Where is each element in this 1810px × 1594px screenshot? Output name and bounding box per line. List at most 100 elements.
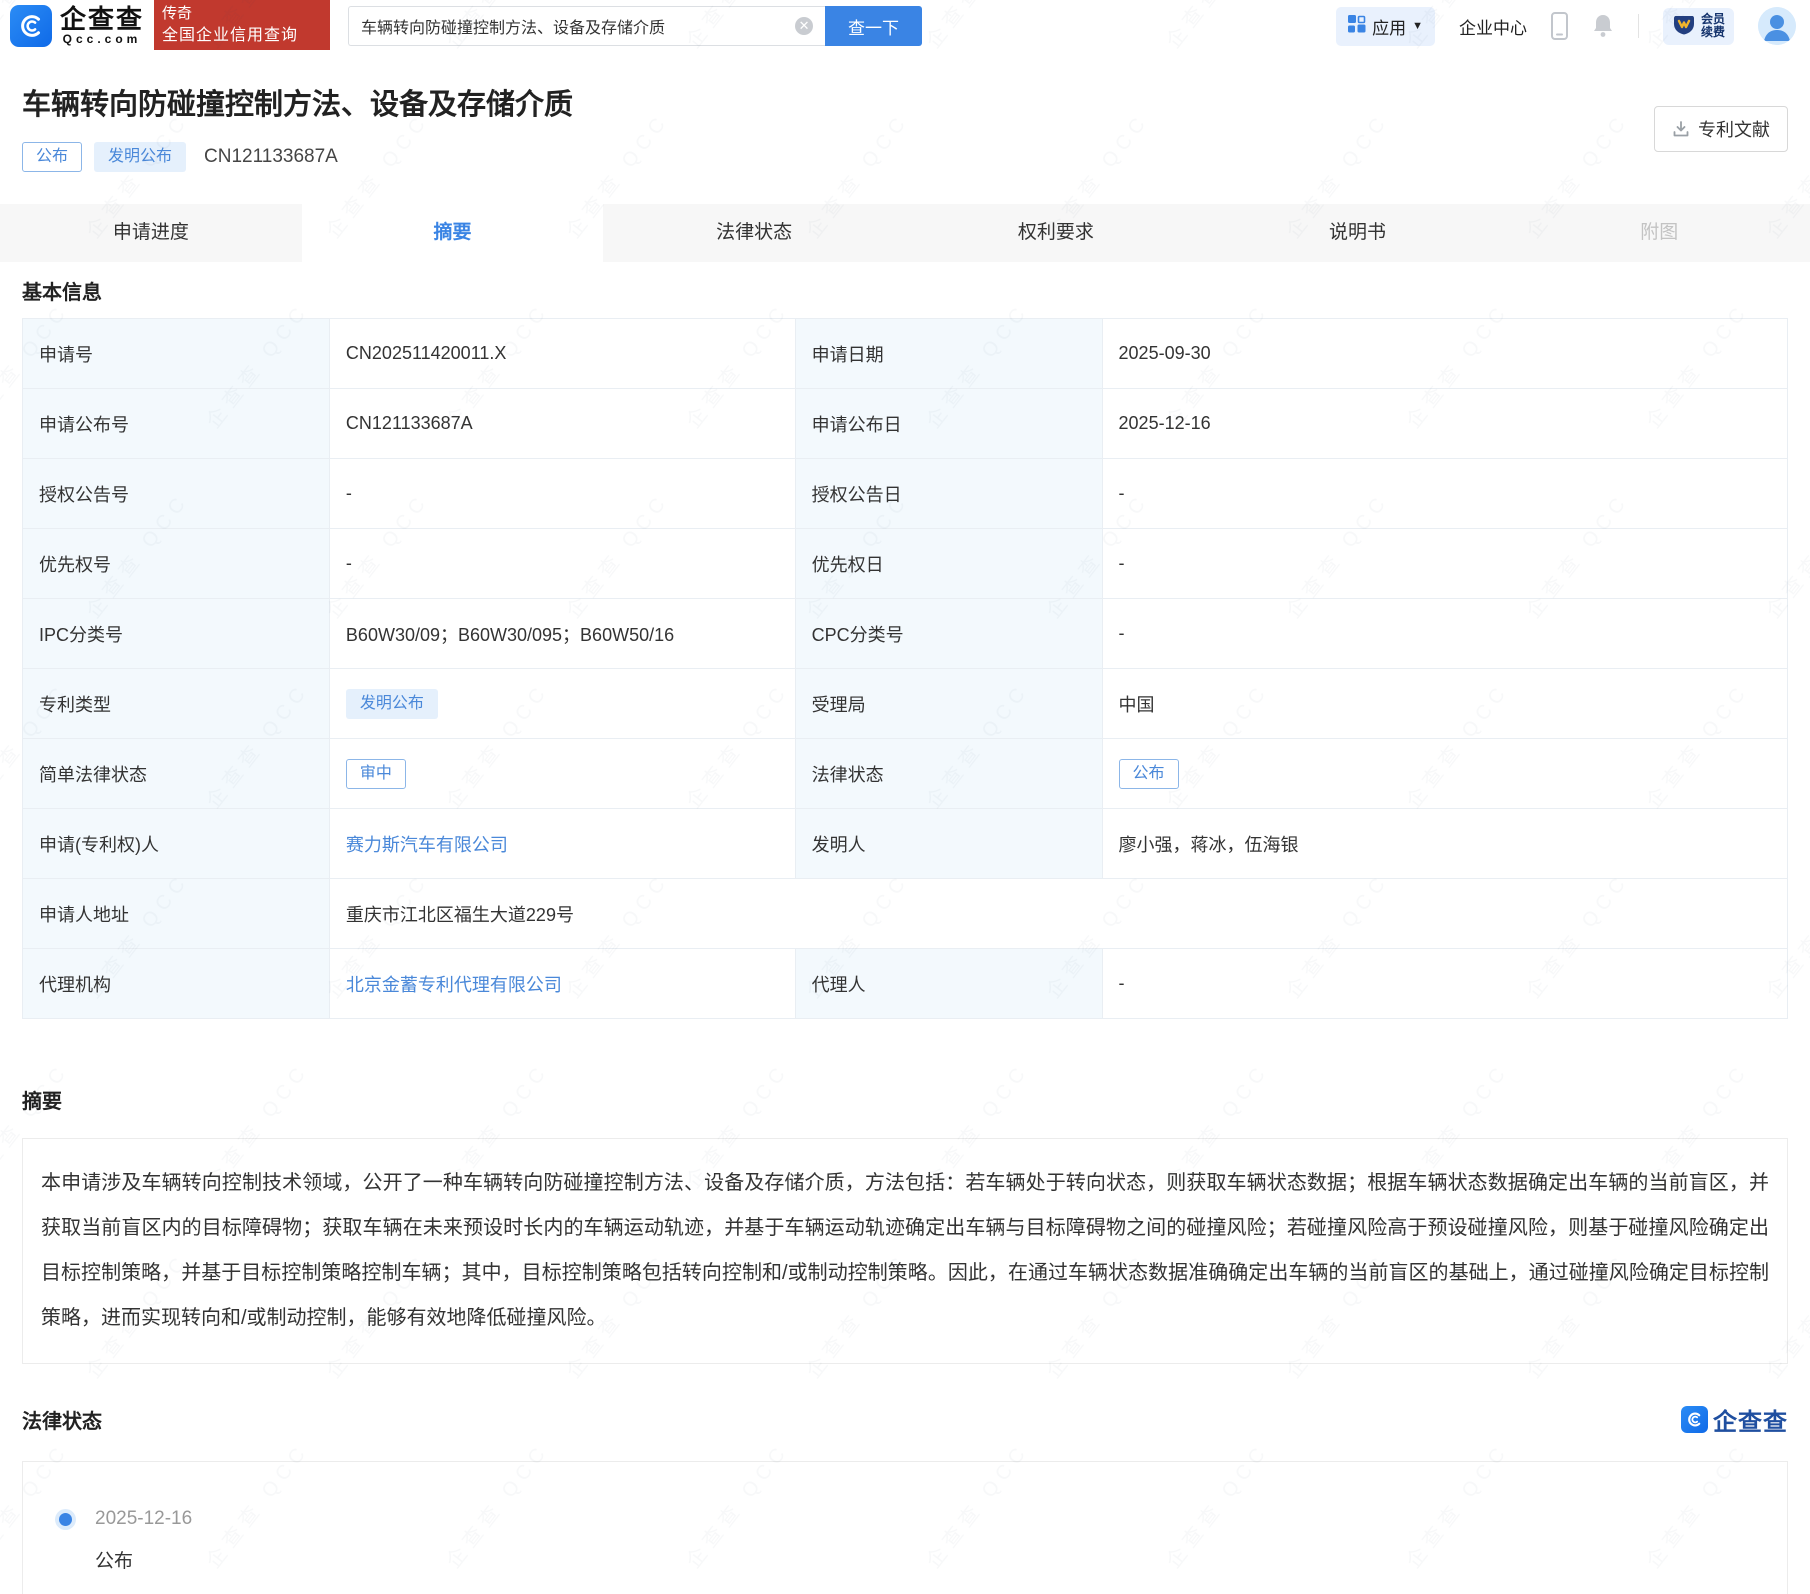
row-value: 发明公布 [330,669,796,738]
tab-claims[interactable]: 权利要求 [905,204,1207,262]
table-row: 授权公告号 - 授权公告日 - [23,459,1787,529]
row-label: 发明人 [796,809,1103,878]
download-icon [1672,120,1690,138]
legal-status-tag: 公布 [1119,759,1179,789]
grid-icon [1348,15,1366,38]
row-value: B60W30/09；B60W30/095；B60W50/16 [330,599,796,668]
tab-description[interactable]: 说明书 [1207,204,1509,262]
search-group: ✕ 查一下 [348,6,922,46]
table-row: 申请(专利权)人 赛力斯汽车有限公司 发明人 廖小强，蒋冰，伍海银 [23,809,1787,879]
row-label: 申请日期 [796,319,1103,388]
simple-legal-status-tag: 审中 [346,759,406,789]
patent-tag-row: 公布 发明公布 CN121133687A [22,142,1788,172]
basic-info-table: 申请号 CN202511420011.X 申请日期 2025-09-30 申请公… [22,318,1788,1019]
row-value: CN202511420011.X [330,319,796,388]
mobile-app-button[interactable] [1551,12,1568,40]
brand-name-en: Qcc.com [60,32,144,46]
brand-name-cn: 企查查 [60,6,144,32]
row-label: 优先权日 [796,529,1103,598]
divider [1638,14,1639,38]
promo-line2: 全国企业信用查询 [162,25,322,47]
table-row: 代理机构 北京金蓄专利代理有限公司 代理人 - [23,949,1787,1019]
legal-status-heading: 法律状态 [22,1405,102,1434]
patent-type-tag: 发明公布 [346,689,438,719]
row-label: 授权公告日 [796,459,1103,528]
notifications-button[interactable] [1592,13,1614,39]
row-value: 2025-09-30 [1103,319,1787,388]
abstract-heading: 摘要 [22,1085,1788,1114]
qcc-logo-icon [1681,1406,1708,1433]
tab-figures[interactable]: 附图 [1508,204,1810,262]
publication-number: CN121133687A [204,146,338,168]
row-label: 申请公布日 [796,389,1103,458]
row-label: 受理局 [796,669,1103,738]
crown-icon [1672,12,1696,41]
row-value: 赛力斯汽车有限公司 [330,809,796,878]
legal-status-panel: 2025-12-16 公布 [22,1461,1788,1594]
table-row: 申请人地址 重庆市江北区福生大道229号 [23,879,1787,949]
promo-badge[interactable]: 传奇 全国企业信用查询 [154,0,330,50]
legal-status-heading-row: 法律状态 企查查 [22,1402,1788,1437]
row-value: - [1103,459,1787,528]
chevron-down-icon: ▼ [1412,20,1423,32]
row-label: 代理机构 [23,949,330,1018]
agency-link[interactable]: 北京金蓄专利代理有限公司 [346,971,562,997]
row-value: - [1103,949,1787,1018]
row-label: 申请(专利权)人 [23,809,330,878]
basic-info-heading: 基本信息 [22,276,1788,305]
phone-icon [1551,12,1568,40]
applicant-link[interactable]: 赛力斯汽车有限公司 [346,831,508,857]
tab-bar: 申请进度 摘要 法律状态 权利要求 说明书 附图 [0,204,1810,262]
clear-search-icon[interactable]: ✕ [795,17,813,35]
timeline-dot-icon [59,1513,72,1526]
row-label: 申请人地址 [23,879,330,948]
vip-renew-button[interactable]: 会员 续费 [1663,8,1734,45]
qcc-watermark-text: 企查查 [1713,1402,1788,1437]
page-title: 车辆转向防碰撞控制方法、设备及存储介质 [22,88,1788,122]
row-value: 审中 [330,739,796,808]
legal-event: 2025-12-16 公布 [59,1508,1787,1573]
row-label: 法律状态 [796,739,1103,808]
row-value: - [1103,599,1787,668]
vip-renew-label: 会员 续费 [1701,13,1725,39]
patent-document-button[interactable]: 专利文献 [1654,106,1788,152]
header-right-nav: 应用 ▼ 企业中心 会员 [1336,7,1796,46]
row-label: 授权公告号 [23,459,330,528]
row-label: 简单法律状态 [23,739,330,808]
row-label: 优先权号 [23,529,330,598]
legal-event-date: 2025-12-16 [95,1508,1787,1530]
row-label: 代理人 [796,949,1103,1018]
tab-application-progress[interactable]: 申请进度 [0,204,302,262]
row-label: 申请号 [23,319,330,388]
qcc-logo-icon [10,5,52,47]
legal-event-status: 公布 [95,1546,1787,1573]
user-avatar[interactable] [1758,7,1796,45]
tab-abstract[interactable]: 摘要 [302,204,604,262]
patent-title-block: 车辆转向防碰撞控制方法、设备及存储介质 公布 发明公布 CN121133687A… [0,52,1810,172]
row-value: 重庆市江北区福生大道229号 [330,879,1787,948]
qcc-watermark-logo: 企查查 [1681,1402,1788,1437]
abstract-text: 本申请涉及车辆转向控制技术领域，公开了一种车辆转向防碰撞控制方法、设备及存储介质… [22,1138,1788,1364]
bell-icon [1592,13,1614,39]
search-button[interactable]: 查一下 [825,6,922,46]
qcc-logo[interactable]: 企查查 Qcc.com [10,5,144,47]
qcc-brand-text: 企查查 Qcc.com [60,6,144,46]
row-label: 申请公布号 [23,389,330,458]
table-row: 申请号 CN202511420011.X 申请日期 2025-09-30 [23,319,1787,389]
publish-status-tag: 公布 [22,142,82,172]
enterprise-center-link[interactable]: 企业中心 [1459,14,1527,39]
table-row: 简单法律状态 审中 法律状态 公布 [23,739,1787,809]
tab-legal-status[interactable]: 法律状态 [603,204,905,262]
row-value: CN121133687A [330,389,796,458]
row-label: IPC分类号 [23,599,330,668]
row-value: 中国 [1103,669,1787,738]
row-value: - [330,529,796,598]
apps-label: 应用 [1372,14,1406,39]
row-value: 北京金蓄专利代理有限公司 [330,949,796,1018]
row-label: CPC分类号 [796,599,1103,668]
apps-menu[interactable]: 应用 ▼ [1336,7,1435,46]
row-value: 公布 [1103,739,1787,808]
table-row: IPC分类号 B60W30/09；B60W30/095；B60W50/16 CP… [23,599,1787,669]
table-row: 申请公布号 CN121133687A 申请公布日 2025-12-16 [23,389,1787,459]
search-input[interactable] [361,17,795,35]
